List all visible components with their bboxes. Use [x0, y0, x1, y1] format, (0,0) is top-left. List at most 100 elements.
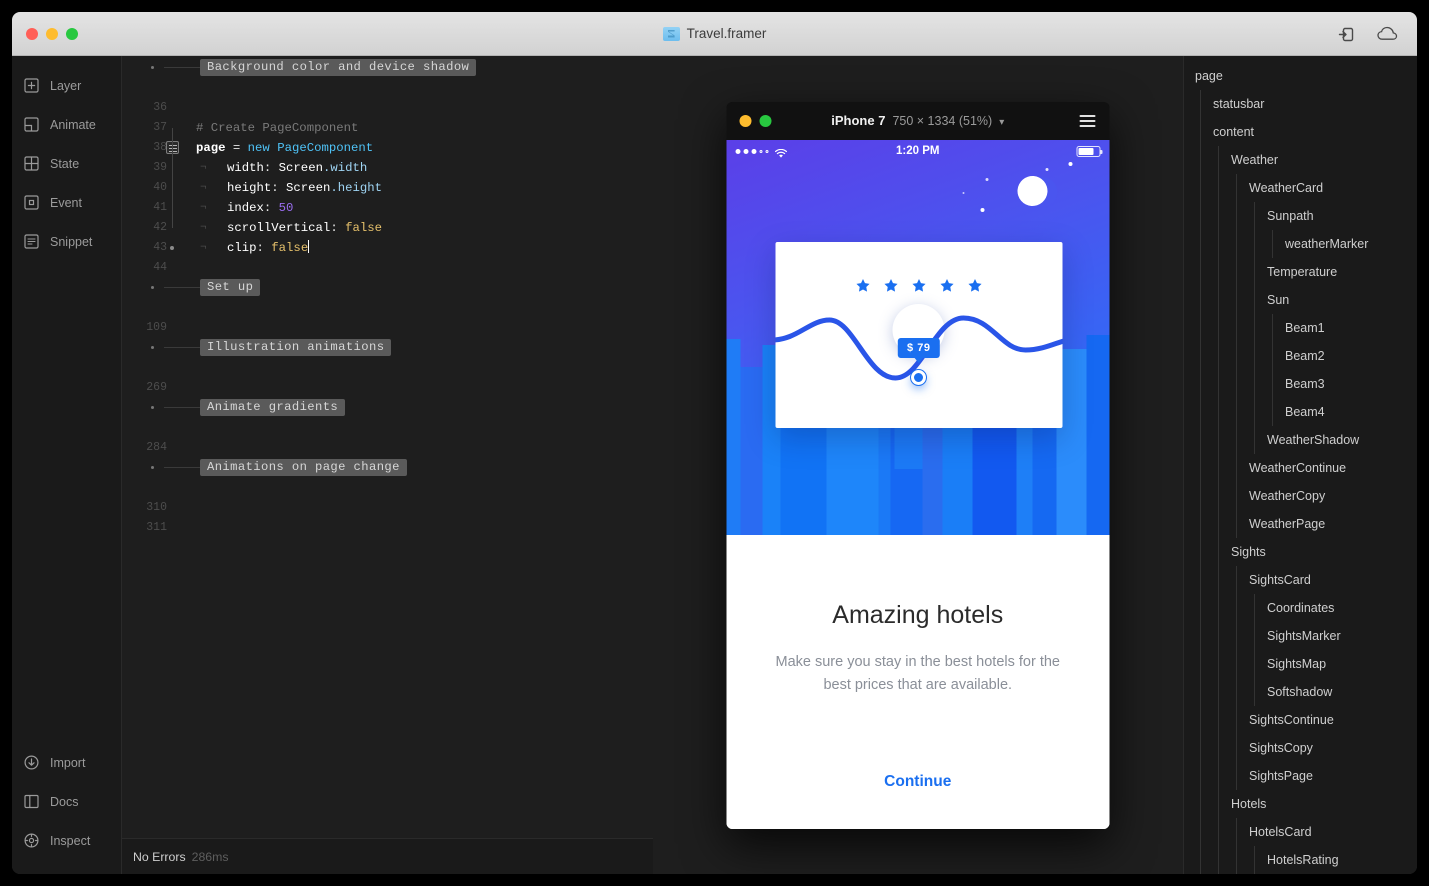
layer-tree-item[interactable]: content [1184, 118, 1417, 146]
layer-tree-item[interactable]: WeatherCopy [1184, 482, 1417, 510]
layer-tree-panel[interactable]: page statusbar content Weather WeatherCard Su… [1183, 56, 1417, 874]
layer-tree-item[interactable]: Beam4 [1184, 398, 1417, 426]
preview-zoom-button[interactable] [759, 115, 772, 127]
continuation-marker: ¬ [200, 182, 207, 194]
code-line[interactable]: 44 [122, 258, 653, 278]
code-line[interactable]: 38 page = new PageComponent [122, 138, 653, 158]
layer-tree-item[interactable]: Sunpath [1184, 202, 1417, 230]
layer-tree-item[interactable]: Sights [1184, 538, 1417, 566]
layer-tree-item[interactable]: Beam1 [1184, 314, 1417, 342]
sidebar-item-animate[interactable]: Animate [12, 105, 121, 144]
layer-tree-item[interactable]: WeatherCard [1184, 174, 1417, 202]
fold-dot[interactable] [151, 346, 154, 349]
code-line[interactable]: 40 ¬ height: Screen.height [122, 178, 653, 198]
compile-time: 286ms [191, 849, 229, 864]
layer-tree-item[interactable]: statusbar [1184, 90, 1417, 118]
window-titlebar: Travel.framer [12, 12, 1417, 56]
code-line[interactable]: 109 [122, 318, 653, 338]
export-icon[interactable] [1338, 26, 1355, 43]
layer-tree-item[interactable]: WeatherContinue [1184, 454, 1417, 482]
code-line[interactable]: 310 [122, 498, 653, 518]
fold-label[interactable]: Set up [200, 279, 261, 296]
code-fold-region[interactable]: Background color and device shadow [122, 58, 653, 98]
fold-dot[interactable] [151, 406, 154, 409]
layer-tree-item[interactable]: SightsMap [1184, 650, 1417, 678]
layer-tree-item[interactable]: Hotels [1184, 790, 1417, 818]
code-fold-region[interactable]: Set up [122, 278, 653, 318]
cloud-icon[interactable] [1377, 26, 1399, 42]
layer-tree-item[interactable]: Softshadow [1184, 678, 1417, 706]
layer-tree-item[interactable]: SightsCopy [1184, 734, 1417, 762]
fold-dot[interactable] [151, 466, 154, 469]
code-line[interactable]: 36 [122, 98, 653, 118]
code-line[interactable]: 311 [122, 518, 653, 538]
code-fold-region[interactable]: Illustration animations [122, 338, 653, 378]
code-fold-region[interactable]: Animations on page change [122, 458, 653, 498]
weather-marker[interactable] [911, 370, 927, 385]
layer-name: Hotels [1231, 797, 1267, 811]
layer-tree-item[interactable]: WeatherPage [1184, 510, 1417, 538]
tree-guide-line [1236, 762, 1237, 790]
code-fold-region[interactable]: Animate gradients [122, 398, 653, 438]
fold-dot[interactable] [151, 286, 154, 289]
layer-name: SightsContinue [1249, 713, 1334, 727]
code-text: scrollVertical: false [227, 221, 382, 235]
code-line[interactable]: 269 [122, 378, 653, 398]
code-line[interactable]: 42 ¬ scrollVertical: false [122, 218, 653, 238]
code-line[interactable]: 37 # Create PageComponent [122, 118, 653, 138]
code-editor[interactable]: Background color and device shadow 36 37 # … [122, 56, 653, 874]
fold-label[interactable]: Animate gradients [200, 399, 346, 416]
code-line[interactable]: 284 [122, 438, 653, 458]
layer-tree-item[interactable]: Beam3 [1184, 370, 1417, 398]
layer-tree-item[interactable]: Sun [1184, 286, 1417, 314]
fold-label[interactable]: Illustration animations [200, 339, 392, 356]
tree-guide-line [1236, 818, 1237, 846]
tree-guide-line [1200, 846, 1201, 874]
tree-guide-line [1218, 678, 1219, 706]
layer-tree-item[interactable]: SightsPage [1184, 762, 1417, 790]
fold-dot[interactable] [151, 66, 154, 69]
continue-button[interactable]: Continue [726, 773, 1109, 791]
code-line[interactable]: 43 ¬ clip: false [122, 238, 653, 258]
hamburger-menu-icon[interactable] [1079, 115, 1096, 127]
line-number: 36 [153, 101, 167, 114]
fold-label[interactable]: Animations on page change [200, 459, 407, 476]
battery-icon [1076, 145, 1103, 157]
sidebar-item-snippet[interactable]: Snippet [12, 222, 121, 261]
layer-tree-item[interactable]: Weather [1184, 146, 1417, 174]
weather-card[interactable]: $ 79 [775, 242, 1063, 428]
layer-tree-item[interactable]: SightsCard [1184, 566, 1417, 594]
onboarding-sheet: Amazing hotels Make sure you stay in the… [726, 535, 1110, 829]
code-line[interactable]: 41 ¬ index: 50 [122, 198, 653, 218]
layer-tree-item[interactable]: Coordinates [1184, 594, 1417, 622]
tree-guide-line [1218, 790, 1219, 818]
preview-device-selector[interactable]: iPhone 7 750 × 1334 (51%) ▾ [831, 112, 1004, 130]
code-lines[interactable]: Background color and device shadow 36 37 # … [122, 56, 653, 538]
device-screen[interactable]: 1:20 PM $ 79 Amazing hotels Make sure yo… [726, 140, 1110, 829]
layer-tree-item[interactable]: Beam2 [1184, 342, 1417, 370]
tree-guide-line [1200, 594, 1201, 622]
layer-tree-item[interactable]: WeatherShadow [1184, 426, 1417, 454]
layer-tree-item[interactable]: SightsMarker [1184, 622, 1417, 650]
fold-label[interactable]: Background color and device shadow [200, 59, 477, 76]
layer-tree-item[interactable]: HotelsRating [1184, 846, 1417, 874]
sidebar-item-event[interactable]: Event [12, 183, 121, 222]
tree-guide-line [1200, 566, 1201, 594]
preview-minimize-button[interactable] [739, 115, 752, 127]
tree-guide-line [1200, 706, 1201, 734]
star-dot [962, 192, 965, 194]
layer-tree-item[interactable]: weatherMarker [1184, 230, 1417, 258]
tree-guide-line [1236, 734, 1237, 762]
layer-tree-item[interactable]: page [1184, 62, 1417, 90]
sidebar-item-docs[interactable]: Docs [12, 782, 121, 821]
tree-guide-line [1254, 650, 1255, 678]
chevron-down-icon[interactable]: ▾ [999, 117, 1004, 128]
layer-tree-item[interactable]: Temperature [1184, 258, 1417, 286]
code-line[interactable]: 39 ¬ width: Screen.width [122, 158, 653, 178]
sidebar-item-layer[interactable]: Layer [12, 66, 121, 105]
layer-tree-item[interactable]: HotelsCard [1184, 818, 1417, 846]
sidebar-item-inspect[interactable]: Inspect [12, 821, 121, 860]
sidebar-item-import[interactable]: Import [12, 743, 121, 782]
sidebar-item-state[interactable]: State [12, 144, 121, 183]
layer-tree-item[interactable]: SightsContinue [1184, 706, 1417, 734]
